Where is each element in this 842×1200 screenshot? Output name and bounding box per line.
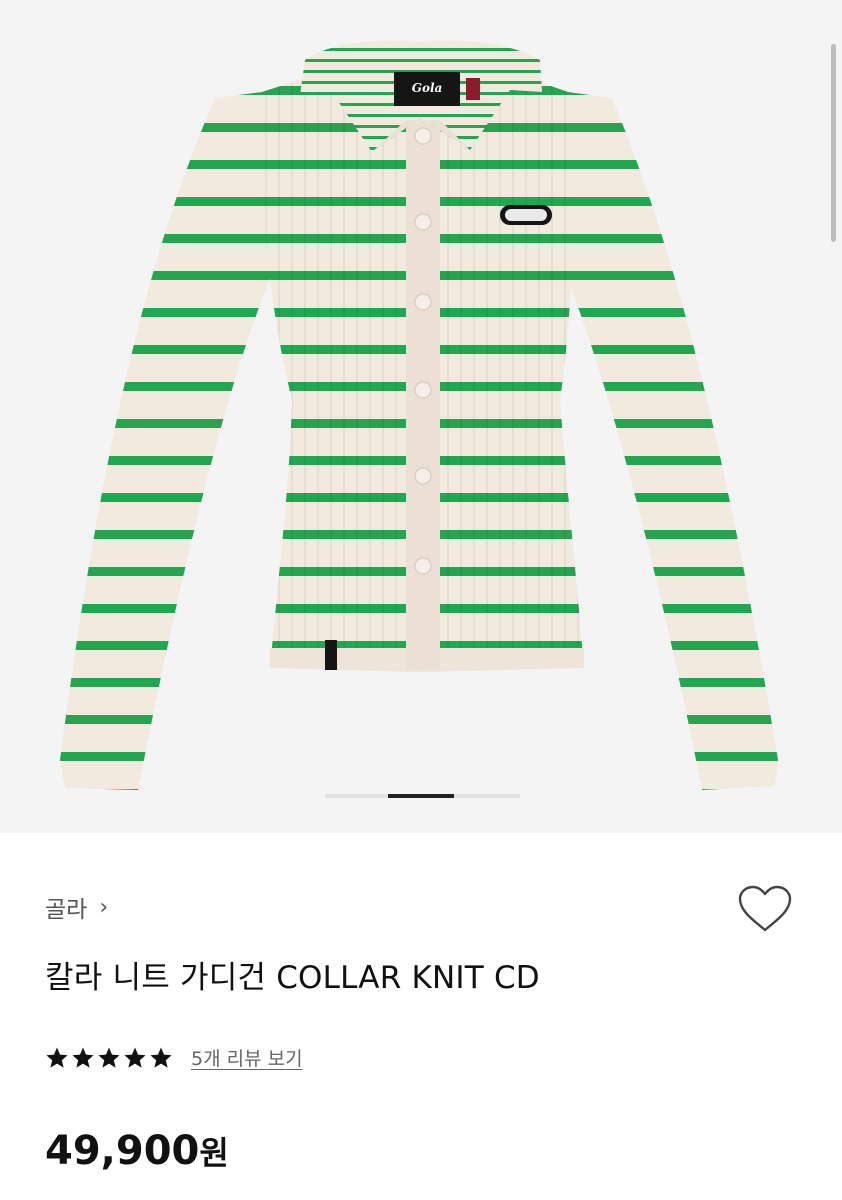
wishlist-button[interactable] [736, 884, 794, 936]
cardigan-product-image: Gola [60, 40, 778, 790]
brand-label: 골라 [45, 897, 88, 923]
star-icon [124, 1047, 146, 1068]
product-image-gallery[interactable]: Gola [0, 0, 842, 833]
gallery-page-indicator [325, 794, 520, 798]
page-scrollbar[interactable] [831, 44, 836, 242]
star-icon [46, 1047, 68, 1068]
heart-outline-icon [738, 885, 792, 932]
brand-link[interactable]: 골라 › [45, 890, 108, 924]
rating-row: 5개 리뷰 보기 [45, 1044, 303, 1071]
product-price: 49,900원 [45, 1128, 229, 1174]
chevron-right-icon: › [99, 894, 109, 920]
star-icon [98, 1047, 120, 1068]
reviews-link[interactable]: 5개 리뷰 보기 [191, 1044, 303, 1071]
product-title: 칼라 니트 가디건 COLLAR KNIT CD [45, 960, 540, 996]
price-unit: 원 [199, 1134, 229, 1172]
star-icon [150, 1047, 172, 1068]
rating-stars [45, 1046, 173, 1070]
svg-text:Gola: Gola [412, 81, 443, 95]
price-value: 49,900 [45, 1128, 200, 1174]
star-icon [72, 1047, 94, 1068]
gallery-active-indicator [388, 794, 454, 798]
